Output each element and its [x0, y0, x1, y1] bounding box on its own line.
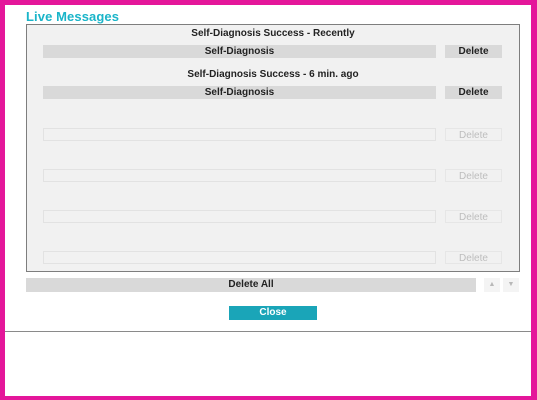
message-row-empty: Delete: [27, 230, 519, 271]
message-list: Self-Diagnosis Success - Recently Self-D…: [26, 24, 520, 272]
message-row-empty: Delete: [27, 189, 519, 231]
delete-all-button[interactable]: Delete All: [26, 278, 476, 292]
message-row: Self-Diagnosis Success - 6 min. ago Self…: [27, 66, 519, 108]
message-text: Self-Diagnosis Success - Recently: [191, 28, 355, 39]
delete-button[interactable]: Delete: [445, 86, 502, 99]
action-button-disabled: [43, 128, 436, 141]
delete-button[interactable]: Delete: [445, 45, 502, 58]
close-button[interactable]: Close: [229, 306, 317, 320]
message-row: Self-Diagnosis Success - Recently Self-D…: [27, 25, 519, 67]
divider: [5, 331, 531, 332]
message-text: Self-Diagnosis Success - 6 min. ago: [187, 69, 359, 80]
delete-button-disabled: Delete: [445, 210, 502, 223]
message-row-empty: Delete: [27, 107, 519, 149]
chevron-down-icon[interactable]: ▼: [503, 278, 519, 292]
dialog-title: Live Messages: [26, 9, 120, 24]
chevron-up-icon[interactable]: ▲: [484, 278, 500, 292]
delete-button-disabled: Delete: [445, 169, 502, 182]
delete-button-disabled: Delete: [445, 251, 502, 264]
message-row-empty: Delete: [27, 148, 519, 190]
delete-button-disabled: Delete: [445, 128, 502, 141]
self-diagnosis-button[interactable]: Self-Diagnosis: [43, 86, 436, 99]
action-button-disabled: [43, 169, 436, 182]
self-diagnosis-button[interactable]: Self-Diagnosis: [43, 45, 436, 58]
action-button-disabled: [43, 210, 436, 223]
action-button-disabled: [43, 251, 436, 264]
